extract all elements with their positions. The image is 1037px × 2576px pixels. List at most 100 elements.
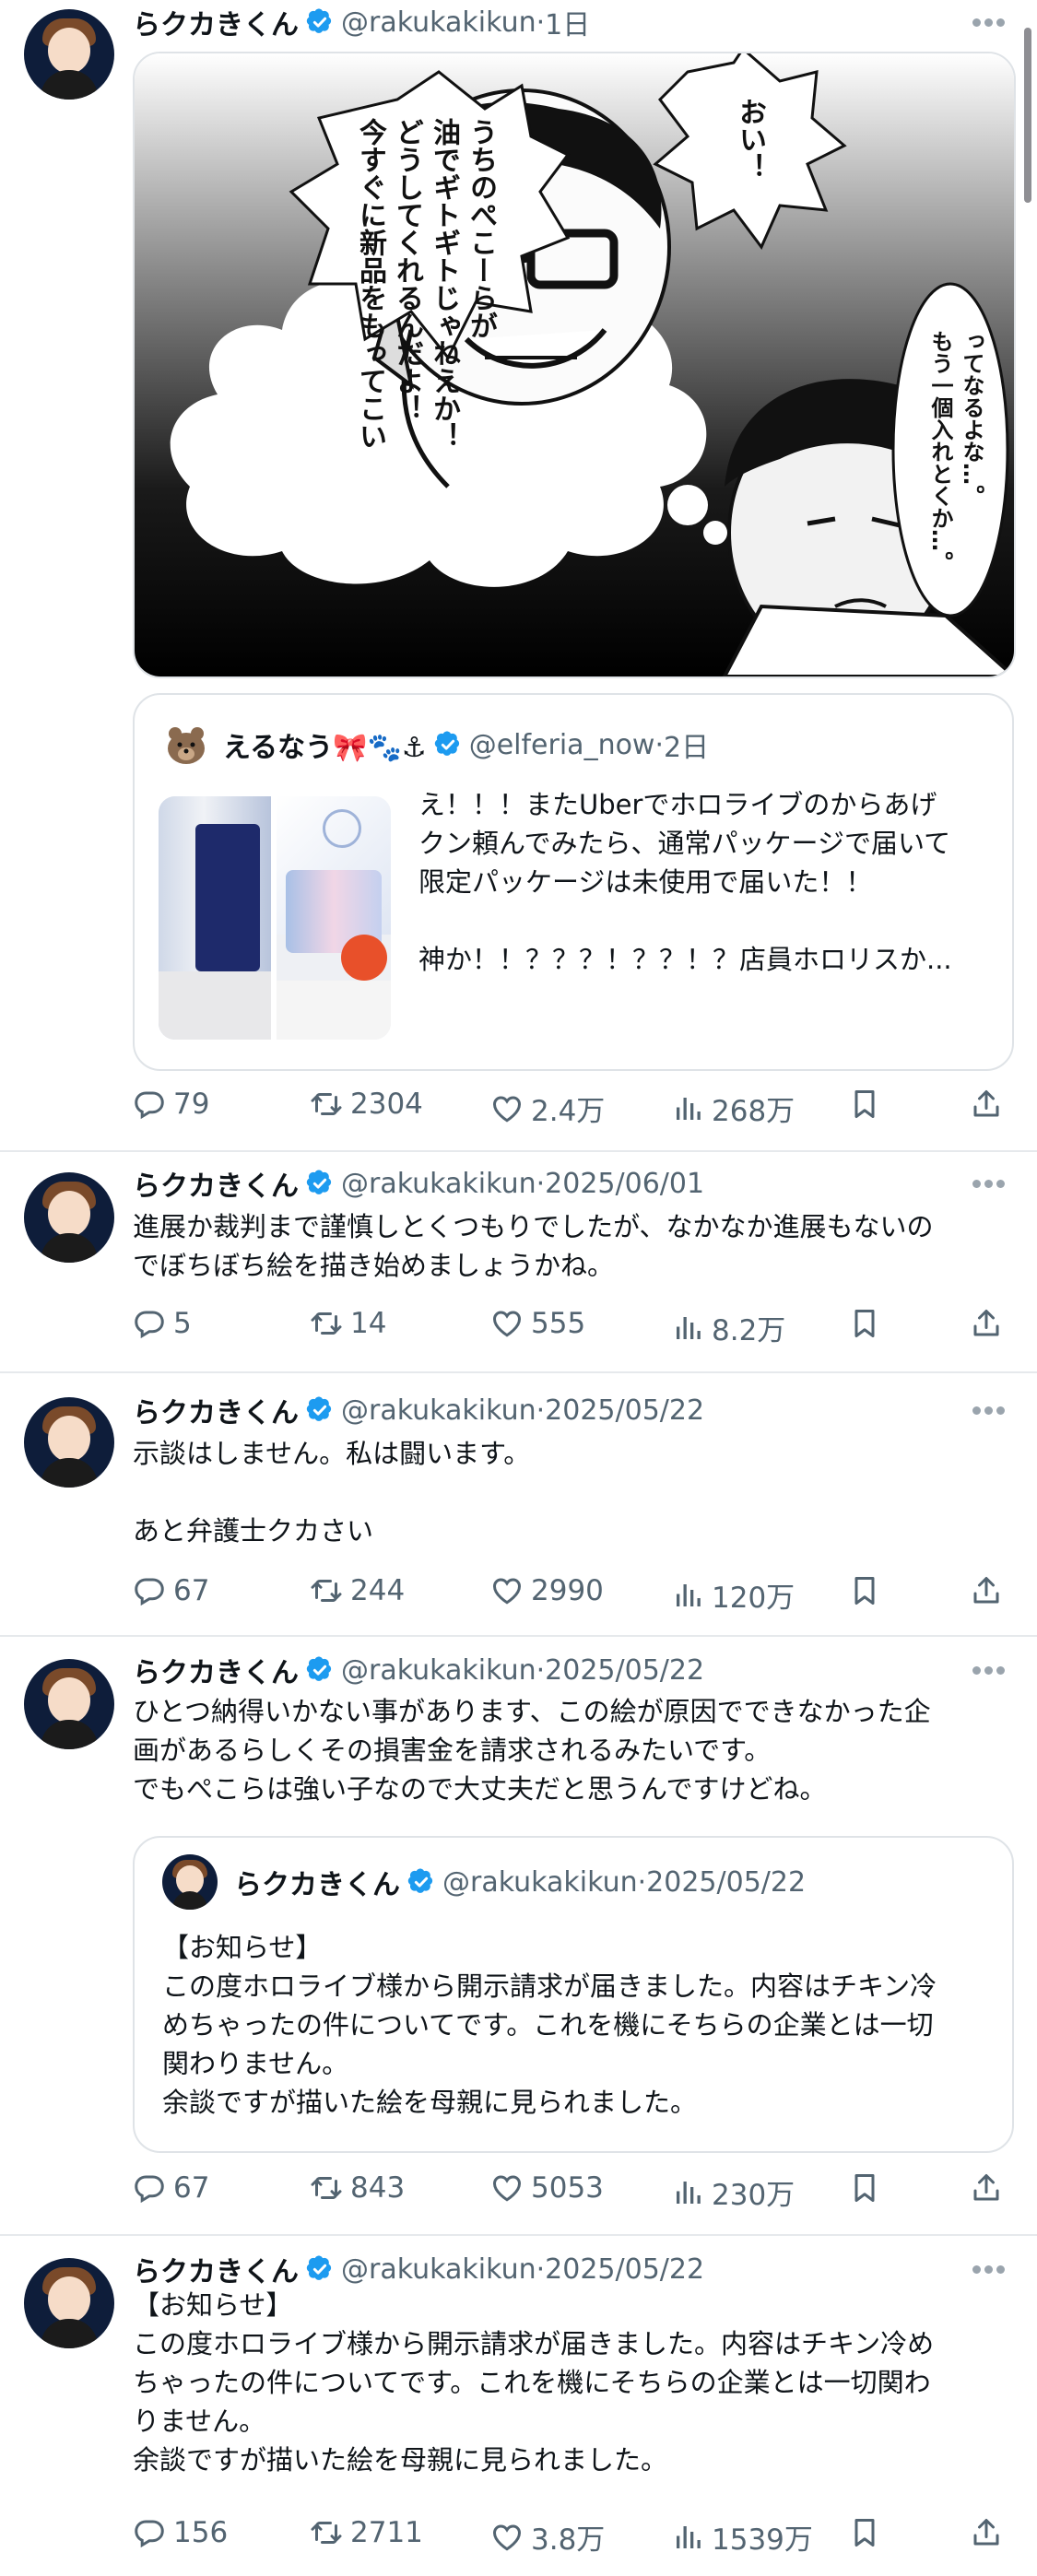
- views-button[interactable]: 268万: [671, 1088, 795, 1129]
- handle[interactable]: @rakukakikun: [341, 2253, 536, 2286]
- views-button[interactable]: 120万: [671, 1574, 795, 1616]
- like-count: 2.4万: [531, 1095, 606, 1128]
- reply-button[interactable]: 156: [133, 2516, 228, 2549]
- quoted-avatar[interactable]: [162, 1854, 218, 1910]
- like-icon: [490, 2171, 524, 2205]
- tweet-image[interactable]: うちのぺこーらが 油でギトギトじゃねえか！ どうしてくれるんだよ！ 今すぐに新品…: [133, 52, 1016, 678]
- quoted-tweet-header: えるなう🎀🐾⚓ @elferia_now · 2日: [162, 724, 709, 765]
- quoted-tweet[interactable]: らクカきくん @rakukakikun · 2025/05/22 【お知らせ】 …: [133, 1836, 1014, 2153]
- retweet-button[interactable]: 2304: [310, 1088, 423, 1121]
- share-button[interactable]: [970, 1088, 1003, 1121]
- avatar[interactable]: [24, 2258, 114, 2348]
- quoted-handle[interactable]: @elferia_now: [469, 729, 655, 761]
- like-button[interactable]: 3.8万: [490, 2516, 605, 2558]
- timestamp[interactable]: 2025/05/22: [545, 1394, 704, 1427]
- avatar[interactable]: [24, 1397, 114, 1488]
- retweet-count: 244: [350, 1574, 406, 1607]
- share-button[interactable]: [970, 1307, 1003, 1340]
- tweet-2[interactable]: らクカきくん @rakukakikun · 2025/05/22 示談はしません…: [0, 1371, 1037, 1637]
- retweet-button[interactable]: 14: [310, 1307, 386, 1340]
- reply-count: 67: [173, 1574, 210, 1607]
- bear-avatar-icon[interactable]: [162, 721, 210, 769]
- views-icon: [671, 1092, 704, 1125]
- tweet-4[interactable]: らクカきくん @rakukakikun · 2025/05/22 【お知らせ】 …: [0, 2234, 1037, 2576]
- bookmark-button[interactable]: [848, 1574, 881, 1607]
- timestamp[interactable]: 2025/05/22: [545, 2253, 704, 2286]
- handle[interactable]: @rakukakikun: [341, 6, 536, 39]
- handle[interactable]: @rakukakikun: [341, 1394, 536, 1427]
- reply-button[interactable]: 67: [133, 1574, 209, 1607]
- retweet-button[interactable]: 2711: [310, 2516, 423, 2549]
- avatar[interactable]: [24, 9, 114, 100]
- more-options-icon[interactable]: [972, 13, 1009, 31]
- bookmark-button[interactable]: [848, 1307, 881, 1340]
- tweet-3[interactable]: らクカきくん @rakukakikun · 2025/05/22 ひとつ納得いか…: [0, 1635, 1037, 2236]
- avatar[interactable]: [24, 1659, 114, 1749]
- avatar[interactable]: [24, 1172, 114, 1263]
- more-options-icon[interactable]: [972, 1401, 1009, 1419]
- display-name[interactable]: らクカきくん: [133, 1390, 299, 1430]
- verified-badge-icon: [306, 1656, 334, 1684]
- quoted-display-name[interactable]: えるなう🎀🐾⚓: [223, 724, 427, 765]
- display-name[interactable]: らクカきくん: [133, 1163, 299, 1204]
- views-button[interactable]: 230万: [671, 2171, 795, 2213]
- quoted-display-name[interactable]: らクカきくん: [234, 1862, 400, 1902]
- quoted-tweet-text: え！！！またUberでホロライブのからあげ クン頼んでみたら、通常パッケージで届…: [418, 789, 952, 975]
- tweet-header: らクカきくん @rakukakikun · 2025/05/22: [133, 1650, 704, 1690]
- views-icon: [671, 2521, 704, 2554]
- bookmark-button[interactable]: [848, 2516, 881, 2549]
- views-count: 120万: [712, 1582, 795, 1615]
- verified-badge-icon: [306, 1396, 334, 1424]
- retweet-button[interactable]: 843: [310, 2171, 405, 2205]
- timestamp[interactable]: 2025/06/01: [545, 1168, 704, 1200]
- views-button[interactable]: 8.2万: [671, 1307, 785, 1348]
- more-options-icon[interactable]: [972, 1661, 1009, 1679]
- display-name[interactable]: らクカきくん: [133, 1650, 299, 1690]
- views-button[interactable]: 1539万: [671, 2516, 813, 2558]
- quoted-tweet[interactable]: えるなう🎀🐾⚓ @elferia_now · 2日 え！！！またUberでホロラ…: [133, 693, 1014, 1071]
- share-button[interactable]: [970, 2516, 1003, 2549]
- more-options-icon[interactable]: [972, 1174, 1009, 1193]
- retweet-button[interactable]: 244: [310, 1574, 405, 1607]
- reply-button[interactable]: 79: [133, 1088, 209, 1121]
- tweet-actions: 79 2304 2.4万 268万: [133, 1088, 1008, 1128]
- verified-badge-icon: [407, 1868, 435, 1896]
- tweet-text: ひとつ納得いかない事があります、この絵が原因でできなかった企 画があるらしくその…: [133, 1696, 931, 1805]
- tweet-1[interactable]: らクカきくん @rakukakikun · 2025/06/01 進展か裁判まで…: [0, 1150, 1037, 1373]
- display-name[interactable]: らクカきくん: [133, 2249, 299, 2289]
- quoted-timestamp[interactable]: 2日: [664, 724, 709, 765]
- quoted-timestamp[interactable]: 2025/05/22: [646, 1866, 806, 1899]
- like-button[interactable]: 2.4万: [490, 1088, 605, 1129]
- reply-count: 67: [173, 2171, 210, 2205]
- reply-button[interactable]: 5: [133, 1307, 192, 1340]
- timestamp[interactable]: 2025/05/22: [545, 1654, 704, 1687]
- retweet-count: 2304: [350, 1088, 423, 1121]
- quoted-handle[interactable]: @rakukakikun: [442, 1866, 638, 1899]
- like-button[interactable]: 5053: [490, 2171, 604, 2205]
- reply-icon: [133, 2171, 166, 2205]
- quoted-image-1[interactable]: [159, 796, 271, 1040]
- retweet-icon: [310, 2516, 343, 2549]
- manga-bubble-main: うちのぺこーらが 油でギトギトじゃねえか！ どうしてくれるんだよ！ 今すぐに新品…: [354, 118, 497, 450]
- share-button[interactable]: [970, 2171, 1003, 2205]
- tweet-actions: 67 843 5053 230万: [133, 2171, 1008, 2212]
- like-button[interactable]: 2990: [490, 1574, 604, 1607]
- verified-badge-icon: [306, 1170, 334, 1197]
- more-options-icon[interactable]: [972, 2260, 1009, 2278]
- tweet-text: 進展か裁判まで謹慎しとくつもりでしたが、なかなか進展もないの でぼちぼち絵を描き…: [133, 1211, 934, 1281]
- tweet-0[interactable]: らクカきくん @rakukakikun · 1日 うちのぺこーらが 油でギトギト…: [0, 0, 1037, 1152]
- reply-button[interactable]: 67: [133, 2171, 209, 2205]
- timestamp[interactable]: 1日: [545, 2, 590, 42]
- bookmark-button[interactable]: [848, 1088, 881, 1121]
- handle[interactable]: @rakukakikun: [341, 1654, 536, 1687]
- handle[interactable]: @rakukakikun: [341, 1168, 536, 1200]
- tweet-actions: 156 2711 3.8万 1539万: [133, 2516, 1008, 2557]
- quoted-tweet-text: 【お知らせ】 この度ホロライブ様から開示請求が届きました。内容はチキン冷 めちゃ…: [162, 1932, 937, 2118]
- display-name[interactable]: らクカきくん: [133, 2, 299, 42]
- verified-badge-icon: [306, 8, 334, 36]
- quoted-tweet-header: らクカきくん @rakukakikun · 2025/05/22: [162, 1854, 806, 1910]
- quoted-image-2[interactable]: [277, 796, 391, 1040]
- like-button[interactable]: 555: [490, 1307, 585, 1340]
- bookmark-button[interactable]: [848, 2171, 881, 2205]
- share-button[interactable]: [970, 1574, 1003, 1607]
